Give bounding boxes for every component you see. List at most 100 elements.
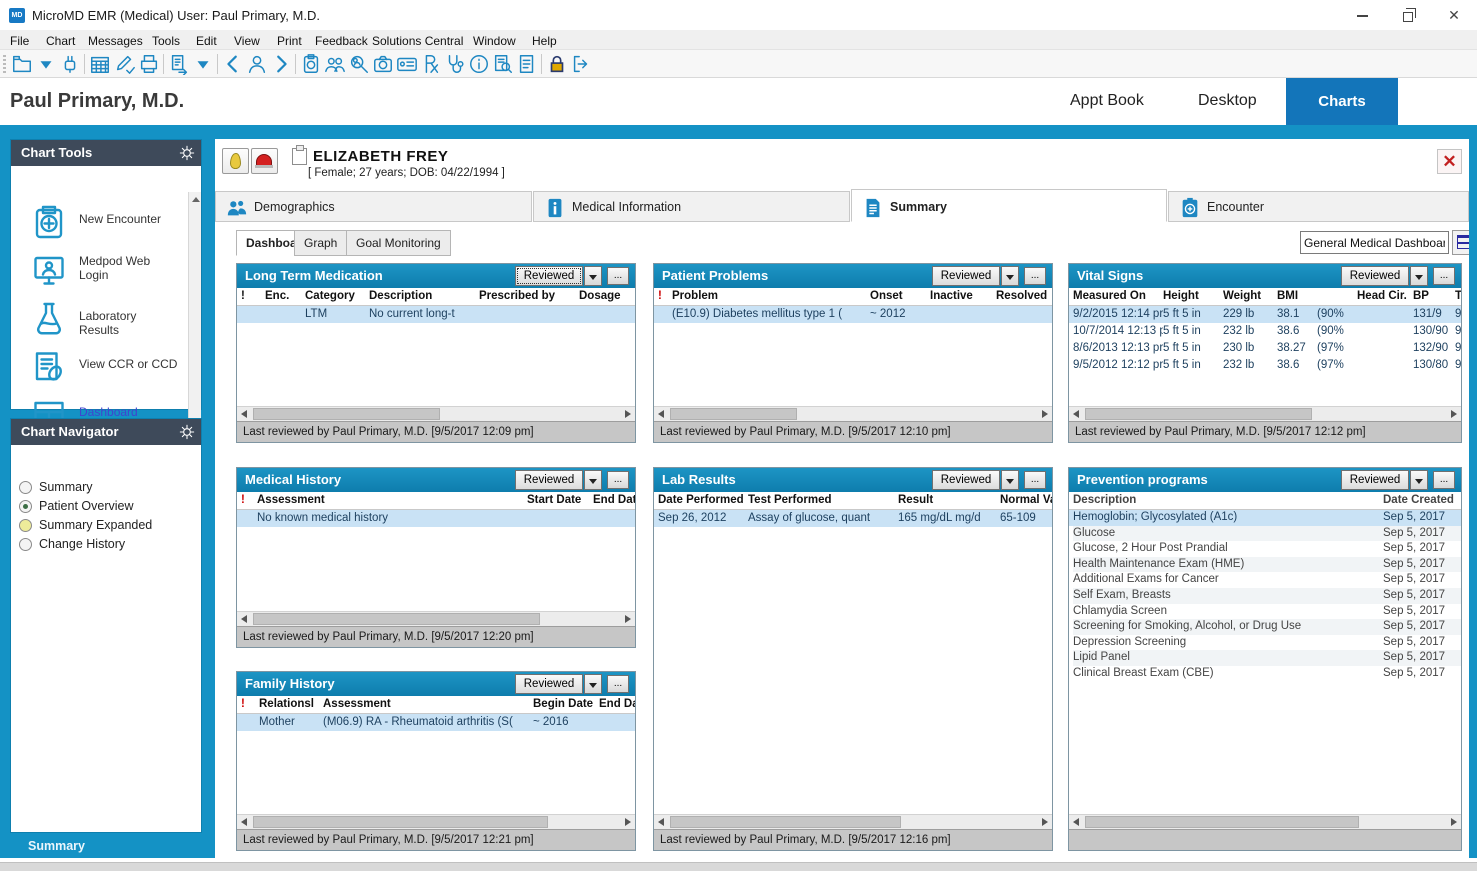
more-button[interactable]: ...	[1024, 471, 1046, 489]
menu-messages[interactable]: Messages	[84, 32, 147, 50]
table-row[interactable]: Mother(M06.9) RA - Rheumatoid arthritis …	[237, 714, 635, 731]
camera-icon[interactable]	[371, 52, 395, 76]
lock-icon[interactable]	[545, 52, 569, 76]
gear-icon[interactable]	[179, 424, 195, 440]
reviewed-button[interactable]: Reviewed	[1341, 266, 1409, 286]
tab-charts[interactable]: Charts	[1286, 78, 1398, 125]
close-chart-button[interactable]: ✕	[1437, 149, 1462, 174]
menu-feedback[interactable]: Feedback	[311, 32, 372, 50]
horizontal-scrollbar[interactable]	[1069, 814, 1461, 829]
horizontal-scrollbar[interactable]	[237, 814, 635, 829]
reviewed-button[interactable]: Reviewed	[932, 266, 1000, 286]
patient-icon[interactable]	[245, 52, 269, 76]
table-row[interactable]: 9/2/2015 12:14 pr5 ft 5 in229 lb38.1(90%…	[1069, 306, 1461, 323]
sidebar-item-new-encounter[interactable]: New Encounter	[11, 202, 176, 248]
horizontal-scrollbar[interactable]	[237, 611, 635, 626]
menu-print[interactable]: Print	[273, 32, 306, 50]
toolbar-grip[interactable]	[3, 55, 6, 73]
scrollbar-thumb[interactable]	[670, 816, 901, 828]
horizontal-scrollbar[interactable]	[237, 406, 635, 421]
more-button[interactable]: ...	[607, 267, 629, 285]
minimize-button[interactable]	[1339, 0, 1385, 30]
menu-edit[interactable]: Edit	[192, 32, 221, 50]
menu-chart[interactable]: Chart	[42, 32, 79, 50]
export-document-icon[interactable]	[167, 52, 191, 76]
reviewed-dropdown-button[interactable]	[584, 470, 602, 490]
sign-icon[interactable]	[113, 52, 137, 76]
reviewed-dropdown-button[interactable]	[1410, 266, 1428, 286]
dropdown-icon[interactable]	[191, 52, 215, 76]
tab-desktop[interactable]: Desktop	[1198, 92, 1257, 110]
table-row[interactable]: Additional Exams for CancerSep 5, 2017	[1073, 572, 1461, 588]
calendar-icon[interactable]	[88, 52, 112, 76]
sidebar-item-medpod-web-login[interactable]: Medpod Web Login	[11, 250, 176, 296]
sidebar-item-view-ccr-ccd[interactable]: View CCR or CCD	[11, 347, 176, 393]
table-row[interactable]: Self Exam, BreastsSep 5, 2017	[1073, 588, 1461, 604]
table-row[interactable]: Health Maintenance Exam (HME)Sep 5, 2017	[1073, 557, 1461, 573]
dashboard-selector-input[interactable]	[1300, 231, 1449, 254]
menu-window[interactable]: Window	[469, 32, 520, 50]
document-icon[interactable]	[515, 52, 539, 76]
table-row[interactable]: (E10.9) Diabetes mellitus type 1 (~ 2012	[654, 306, 1052, 323]
table-row[interactable]: Depression ScreeningSep 5, 2017	[1073, 635, 1461, 651]
scrollbar-thumb[interactable]	[253, 613, 540, 625]
menu-file[interactable]: File	[6, 32, 33, 50]
search-patient-icon[interactable]	[347, 52, 371, 76]
more-button[interactable]: ...	[607, 471, 629, 489]
horizontal-scrollbar[interactable]	[654, 814, 1052, 829]
close-button[interactable]: ✕	[1431, 0, 1477, 30]
sidebar-scrollbar[interactable]	[188, 192, 201, 435]
tab-summary[interactable]: Summary	[851, 189, 1167, 222]
scrollbar-thumb[interactable]	[253, 408, 440, 420]
tab-encounter[interactable]: Encounter	[1168, 191, 1469, 222]
menu-help[interactable]: Help	[528, 32, 561, 50]
open-chart-icon[interactable]	[10, 52, 34, 76]
group-icon[interactable]	[323, 52, 347, 76]
scrollbar-thumb[interactable]	[1085, 816, 1359, 828]
table-row[interactable]: 9/5/2012 12:12 pr5 ft 5 in232 lb38.6(97%…	[1073, 357, 1461, 374]
dashboard-selector-button[interactable]	[1452, 230, 1469, 255]
menu-tools[interactable]: Tools	[148, 32, 184, 50]
reviewed-dropdown-button[interactable]	[1001, 470, 1019, 490]
logout-icon[interactable]	[569, 52, 593, 76]
audit-icon[interactable]	[491, 52, 515, 76]
previous-patient-icon[interactable]	[221, 52, 245, 76]
more-button[interactable]: ...	[1433, 471, 1455, 489]
reviewed-dropdown-button[interactable]	[1410, 470, 1428, 490]
dropdown-icon[interactable]	[34, 52, 58, 76]
alert-siren-button[interactable]	[251, 148, 278, 174]
restore-button[interactable]	[1385, 0, 1431, 30]
table-row[interactable]: Hemoglobin; Glycosylated (A1c)Sep 5, 201…	[1069, 510, 1461, 526]
info-icon[interactable]	[467, 52, 491, 76]
tab-medical-information[interactable]: Medical Information	[533, 191, 850, 222]
scrollbar-thumb[interactable]	[253, 816, 548, 828]
stethoscope-icon[interactable]	[443, 52, 467, 76]
plug-icon[interactable]	[58, 52, 82, 76]
table-row[interactable]: Chlamydia ScreenSep 5, 2017	[1073, 604, 1461, 620]
reviewed-button[interactable]: Reviewed	[515, 266, 583, 286]
table-row[interactable]: No known medical history	[237, 510, 635, 527]
sticky-note-button[interactable]	[222, 148, 249, 174]
prescription-icon[interactable]	[419, 52, 443, 76]
gear-icon[interactable]	[179, 145, 195, 161]
reviewed-dropdown-button[interactable]	[584, 674, 602, 694]
menu-solutions-central[interactable]: Solutions Central	[368, 32, 467, 50]
reviewed-button[interactable]: Reviewed	[515, 674, 583, 694]
horizontal-scrollbar[interactable]	[654, 406, 1052, 421]
next-patient-icon[interactable]	[269, 52, 293, 76]
encounter-clipboard-icon[interactable]	[299, 52, 323, 76]
more-button[interactable]: ...	[607, 675, 629, 693]
tab-goal-monitoring[interactable]: Goal Monitoring	[346, 230, 451, 256]
reviewed-button[interactable]: Reviewed	[515, 470, 583, 490]
horizontal-scrollbar[interactable]	[1069, 406, 1461, 421]
table-row[interactable]: Lipid PanelSep 5, 2017	[1073, 650, 1461, 666]
table-row[interactable]: Glucose, 2 Hour Post PrandialSep 5, 2017	[1073, 541, 1461, 557]
tab-graph[interactable]: Graph	[294, 230, 347, 256]
print-chart-icon[interactable]	[137, 52, 161, 76]
table-row[interactable]: Screening for Smoking, Alcohol, or Drug …	[1073, 619, 1461, 635]
sidebar-item-laboratory-results[interactable]: Laboratory Results	[11, 299, 176, 345]
reviewed-button[interactable]: Reviewed	[932, 470, 1000, 490]
scrollbar-thumb[interactable]	[1085, 408, 1312, 420]
table-row[interactable]: LTMNo current long-t	[237, 306, 635, 323]
tab-demographics[interactable]: Demographics	[215, 191, 532, 222]
